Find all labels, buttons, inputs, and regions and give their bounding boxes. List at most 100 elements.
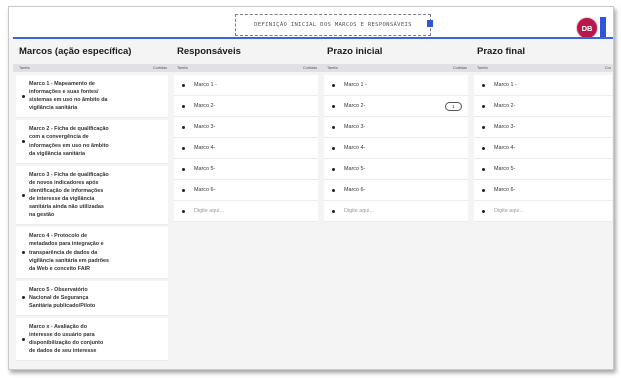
placeholder-text: Digite aqui... [344, 208, 374, 214]
card-text: Marco x - Avaliação do interesse do usuár… [29, 323, 103, 355]
card-label: Marco 1 - [344, 82, 367, 88]
subheader-task-label: Tarefa [477, 66, 488, 70]
top-bar: DEFINIÇÃO INICIAL DOS MARCOS E RESPONSÁV… [9, 7, 613, 39]
card-list: Marco 1 - Marco 2- Marco 3- Marco 4- Marco 5… [171, 75, 321, 222]
add-card-input[interactable]: Digite aqui... [474, 201, 612, 222]
resize-handle[interactable] [427, 20, 433, 27]
card-text-line: da vigilância sanitária [29, 150, 86, 157]
card-label: Marco 1 - [194, 82, 217, 88]
task-card[interactable]: Marco 2- [474, 96, 612, 117]
bullet-icon [332, 146, 335, 150]
card-label: Marco 4- [344, 145, 366, 151]
bullet-icon [22, 94, 25, 98]
task-card[interactable]: Marco 6- [324, 180, 468, 201]
placeholder-text: Digite aqui... [494, 208, 524, 214]
task-card[interactable]: Marco 3- [474, 117, 612, 138]
card-text-line: Marco 4 - Protocolo de [29, 233, 88, 240]
task-card[interactable]: Marco 2- 1 [324, 96, 468, 117]
milestone-card[interactable]: Marco 2 - Ficha de qualificação com a con… [16, 120, 168, 164]
task-card[interactable]: Marco 3- [174, 117, 318, 138]
column-subheader: Tarefa Curtidas [13, 64, 171, 72]
card-text-line: vigilância sanitária [29, 105, 78, 112]
column-title: Prazo final [477, 46, 526, 57]
task-card[interactable]: Marco 1 - [174, 75, 318, 96]
task-card[interactable]: Marco 4- [324, 138, 468, 159]
bullet-icon [22, 296, 25, 300]
card-list: Marco 1 - Marco 2- 1 Marco 3- Marco 4- Marco … [321, 75, 471, 222]
card-label: Marco 1 - [494, 82, 517, 88]
card-text-line: de novos indicadores após [29, 179, 99, 186]
column-subheader: Tarefa Cur [471, 64, 613, 72]
bullet-icon [182, 209, 185, 213]
card-text-line: disponibilização do conjunto [29, 340, 104, 347]
card-text-line: informações e suas fontes/ [29, 89, 99, 96]
milestone-card[interactable]: Marco 5 - Observatório Nacional de Segura… [16, 280, 168, 317]
card-label: Marco 5- [194, 166, 216, 172]
task-card[interactable]: Marco 6- [174, 180, 318, 201]
subheader-likes-label: Curtidas [452, 66, 467, 70]
bullet-icon [482, 83, 485, 87]
card-label: Marco 5- [494, 166, 516, 172]
subheader-likes-label: Curtidas [302, 66, 317, 70]
bullet-icon [482, 146, 485, 150]
card-label: Marco 6- [344, 187, 366, 193]
like-count-badge[interactable]: 1 [445, 102, 462, 111]
task-card[interactable]: Marco 5- [474, 159, 612, 180]
card-text-line: transparência de dados da [29, 249, 98, 256]
card-text-line: na gestão [29, 212, 55, 219]
task-card[interactable]: Marco 6- [474, 180, 612, 201]
bullet-icon [182, 104, 185, 108]
card-text-line: Marco x - Avaliação do [29, 324, 88, 331]
milestone-card[interactable]: Marco 1 - Mapeamento de informações e sua… [16, 75, 168, 119]
card-label: Marco 4- [194, 145, 216, 151]
card-label: Marco 3- [194, 124, 216, 130]
card-text: Marco 5 - Observatório Nacional de Segura… [29, 286, 95, 310]
card-text: Marco 4 - Protocolo de metadados para int… [29, 232, 109, 272]
subheader-task-label: Tarefa [19, 66, 30, 70]
task-card[interactable]: Marco 4- [174, 138, 318, 159]
card-text-line: Marco 1 - Mapeamento de [29, 81, 95, 87]
column-header: Prazo inicial [321, 37, 471, 64]
board-window: DEFINIÇÃO INICIAL DOS MARCOS E RESPONSÁV… [8, 6, 614, 370]
task-card[interactable]: Marco 4- [474, 138, 612, 159]
bullet-icon [332, 125, 335, 129]
milestone-card[interactable]: Marco 3 - Ficha de qualificação de novos … [16, 165, 168, 226]
add-card-input[interactable]: Digite aqui... [324, 201, 468, 222]
column-title: Prazo inicial [327, 46, 383, 57]
bullet-icon [482, 125, 485, 129]
card-text-line: Nacional de Segurança [29, 294, 89, 301]
card-label: Marco 3- [344, 124, 366, 130]
avatar[interactable]: DB [576, 17, 598, 39]
task-card[interactable]: Marco 1 - [474, 75, 612, 96]
task-card[interactable]: Marco 3- [324, 117, 468, 138]
card-text-line: identificação de informações [29, 187, 104, 194]
card-text-line: com a convergência de [29, 134, 89, 141]
card-label: Marco 5- [344, 166, 366, 172]
milestone-card[interactable]: Marco 4 - Protocolo de metadados para int… [16, 227, 168, 279]
task-card[interactable]: Marco 2- [174, 96, 318, 117]
bullet-icon [182, 167, 185, 171]
task-card[interactable]: Marco 5- [174, 159, 318, 180]
column-header: Prazo final [471, 37, 613, 64]
column-header: Responsáveis [171, 37, 321, 64]
card-text-line: vigilância sanitária em padrões [29, 257, 109, 264]
card-list: Marco 1 - Marco 2- Marco 3- Marco 4- Marco 5… [471, 75, 613, 222]
card-list: Marco 1 - Mapeamento de informações e sua… [13, 75, 171, 362]
add-card-input[interactable]: Digite aqui... [174, 201, 318, 222]
card-text-line: Marco 2 - Ficha de qualificação [29, 126, 109, 133]
bullet-icon [182, 146, 185, 150]
subheader-likes-label: Cur [604, 66, 611, 70]
bullet-icon [482, 104, 485, 108]
column-prazo-final: Prazo final Tarefa Cur Marco 1 - Marco 2-… [471, 37, 613, 369]
card-text-line: Marco 5 - Observatório [29, 286, 88, 293]
side-tab[interactable] [600, 17, 606, 39]
board-title-box[interactable]: DEFINIÇÃO INICIAL DOS MARCOS E RESPONSÁV… [235, 14, 431, 36]
task-card[interactable]: Marco 5- [324, 159, 468, 180]
subheader-likes-label: Curtidas [152, 66, 167, 70]
milestone-card[interactable]: Marco x - Avaliação do interesse do usuár… [16, 318, 168, 362]
card-text-line: da Web e conceito FAIR [29, 265, 91, 272]
card-text-line: interesse do usuário para [29, 332, 95, 339]
task-card[interactable]: Marco 1 - [324, 75, 468, 96]
card-text-line: informações em uso no âmbito [29, 142, 109, 149]
bullet-icon [182, 125, 185, 129]
